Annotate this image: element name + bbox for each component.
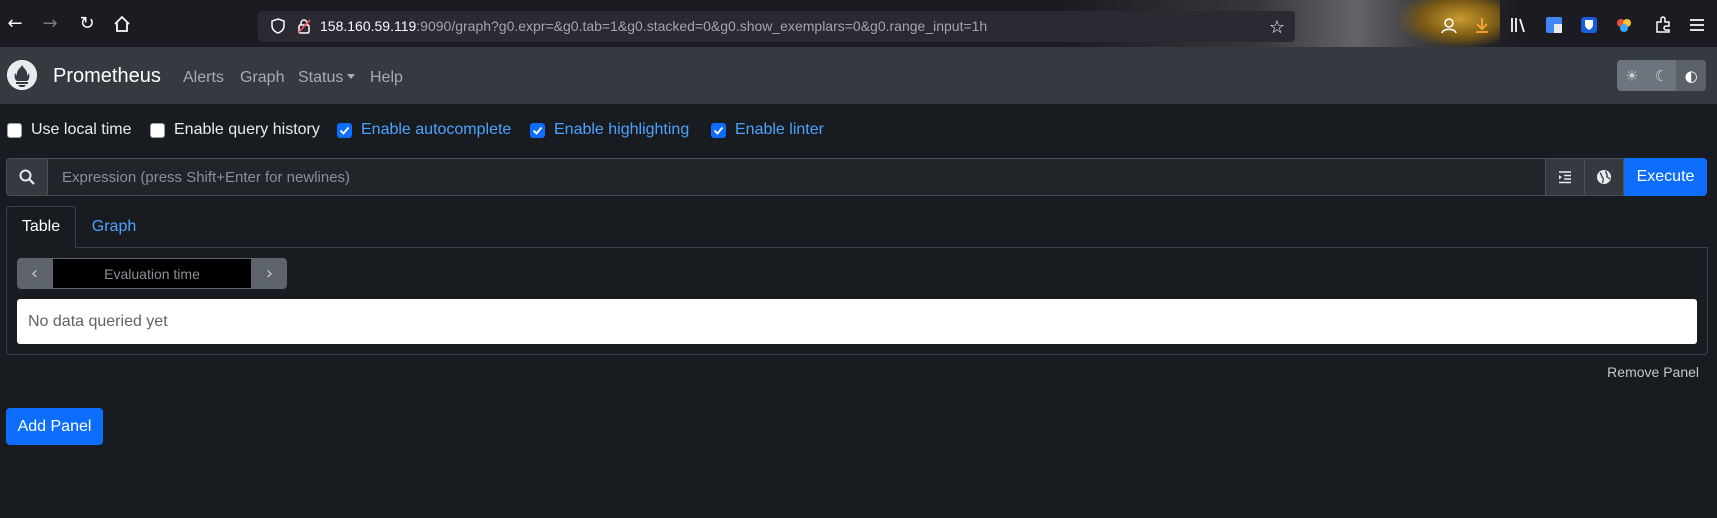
execute-button[interactable]: Execute bbox=[1624, 158, 1707, 196]
checkmark-icon bbox=[713, 126, 724, 135]
chevron-left-icon[interactable]: ‹ bbox=[17, 258, 52, 289]
translate-extension-icon[interactable] bbox=[1545, 16, 1563, 34]
auto-theme-icon[interactable]: ◐ bbox=[1676, 60, 1707, 91]
nav-status-label: Status bbox=[298, 69, 344, 86]
chevron-down-icon bbox=[347, 74, 356, 79]
light-theme-icon[interactable]: ☀ bbox=[1617, 60, 1647, 91]
add-panel-button[interactable]: Add Panel bbox=[6, 408, 103, 445]
metrics-explorer-globe-icon[interactable] bbox=[1585, 158, 1624, 196]
url-text[interactable]: 158.160.59.119:9090/graph?g0.expr=&g0.ta… bbox=[320, 18, 987, 34]
expression-row: Execute bbox=[6, 158, 1707, 196]
theme-toggle-group: ☀ ☾ ◐ bbox=[1617, 60, 1707, 91]
address-bar[interactable]: 158.160.59.119:9090/graph?g0.expr=&g0.ta… bbox=[258, 11, 1295, 42]
checkmark-icon bbox=[339, 126, 350, 135]
use-local-time-checkbox[interactable] bbox=[7, 122, 22, 138]
browser-toolbar: ← → ↻ 158.160.59.119:9090/graph?g0.expr=… bbox=[0, 0, 1717, 47]
enable-query-history-label: Enable query history bbox=[174, 121, 320, 138]
color-picker-extension-icon[interactable] bbox=[1615, 16, 1633, 34]
url-path: :9090/graph?g0.expr=&g0.tab=1&g0.stacked… bbox=[416, 18, 988, 34]
evaluation-time-picker: ‹ › bbox=[17, 258, 287, 289]
top-navbar: Prometheus Alerts Graph Status Help ☀ ☾ … bbox=[0, 47, 1717, 104]
enable-autocomplete-checkbox[interactable] bbox=[337, 122, 352, 138]
checkmark-icon bbox=[532, 126, 543, 135]
format-expression-icon[interactable] bbox=[1546, 158, 1585, 196]
enable-query-history-checkbox[interactable] bbox=[150, 122, 165, 138]
use-local-time-label: Use local time bbox=[31, 121, 132, 138]
nav-help-link[interactable]: Help bbox=[370, 69, 403, 87]
dark-theme-icon[interactable]: ☾ bbox=[1647, 60, 1677, 91]
home-icon[interactable] bbox=[111, 13, 133, 35]
chevron-right-icon[interactable]: › bbox=[252, 258, 287, 289]
prometheus-logo-icon[interactable] bbox=[7, 60, 37, 90]
nav-alerts-link[interactable]: Alerts bbox=[183, 69, 224, 87]
tracking-protection-icon[interactable] bbox=[270, 18, 286, 39]
library-icon[interactable] bbox=[1509, 16, 1527, 34]
evaluation-time-input[interactable] bbox=[52, 258, 252, 289]
enable-query-history-option[interactable]: Enable query history bbox=[150, 121, 320, 139]
nav-status-dropdown[interactable]: Status bbox=[298, 69, 356, 87]
remove-panel-link[interactable]: Remove Panel bbox=[1607, 364, 1699, 380]
back-icon[interactable]: ← bbox=[4, 13, 26, 35]
tab-table[interactable]: Table bbox=[6, 206, 76, 248]
extensions-icon[interactable] bbox=[1654, 16, 1672, 34]
expression-input[interactable] bbox=[48, 158, 1546, 196]
forward-icon[interactable]: → bbox=[39, 13, 61, 35]
enable-highlighting-option[interactable]: Enable highlighting bbox=[530, 121, 689, 139]
enable-autocomplete-option[interactable]: Enable autocomplete bbox=[337, 121, 511, 139]
reload-icon[interactable]: ↻ bbox=[76, 13, 98, 35]
search-icon bbox=[6, 158, 48, 196]
bookmark-star-icon[interactable]: ☆ bbox=[1269, 17, 1285, 38]
use-local-time-option[interactable]: Use local time bbox=[7, 121, 131, 139]
tab-graph[interactable]: Graph bbox=[84, 206, 144, 248]
enable-linter-option[interactable]: Enable linter bbox=[711, 121, 824, 139]
enable-highlighting-checkbox[interactable] bbox=[530, 122, 545, 138]
menu-icon[interactable] bbox=[1688, 16, 1706, 34]
enable-linter-label: Enable linter bbox=[735, 121, 824, 138]
enable-autocomplete-label: Enable autocomplete bbox=[361, 121, 512, 138]
profile-icon[interactable] bbox=[1440, 16, 1458, 34]
no-data-message: No data queried yet bbox=[17, 299, 1697, 344]
bitwarden-extension-icon[interactable] bbox=[1580, 16, 1598, 34]
enable-highlighting-label: Enable highlighting bbox=[554, 121, 690, 138]
url-host: 158.160.59.119 bbox=[320, 18, 417, 34]
nav-graph-link[interactable]: Graph bbox=[240, 69, 284, 87]
insecure-lock-icon[interactable] bbox=[296, 18, 312, 39]
enable-linter-checkbox[interactable] bbox=[711, 122, 726, 138]
brand-name[interactable]: Prometheus bbox=[53, 65, 161, 88]
downloads-icon[interactable] bbox=[1473, 16, 1491, 34]
